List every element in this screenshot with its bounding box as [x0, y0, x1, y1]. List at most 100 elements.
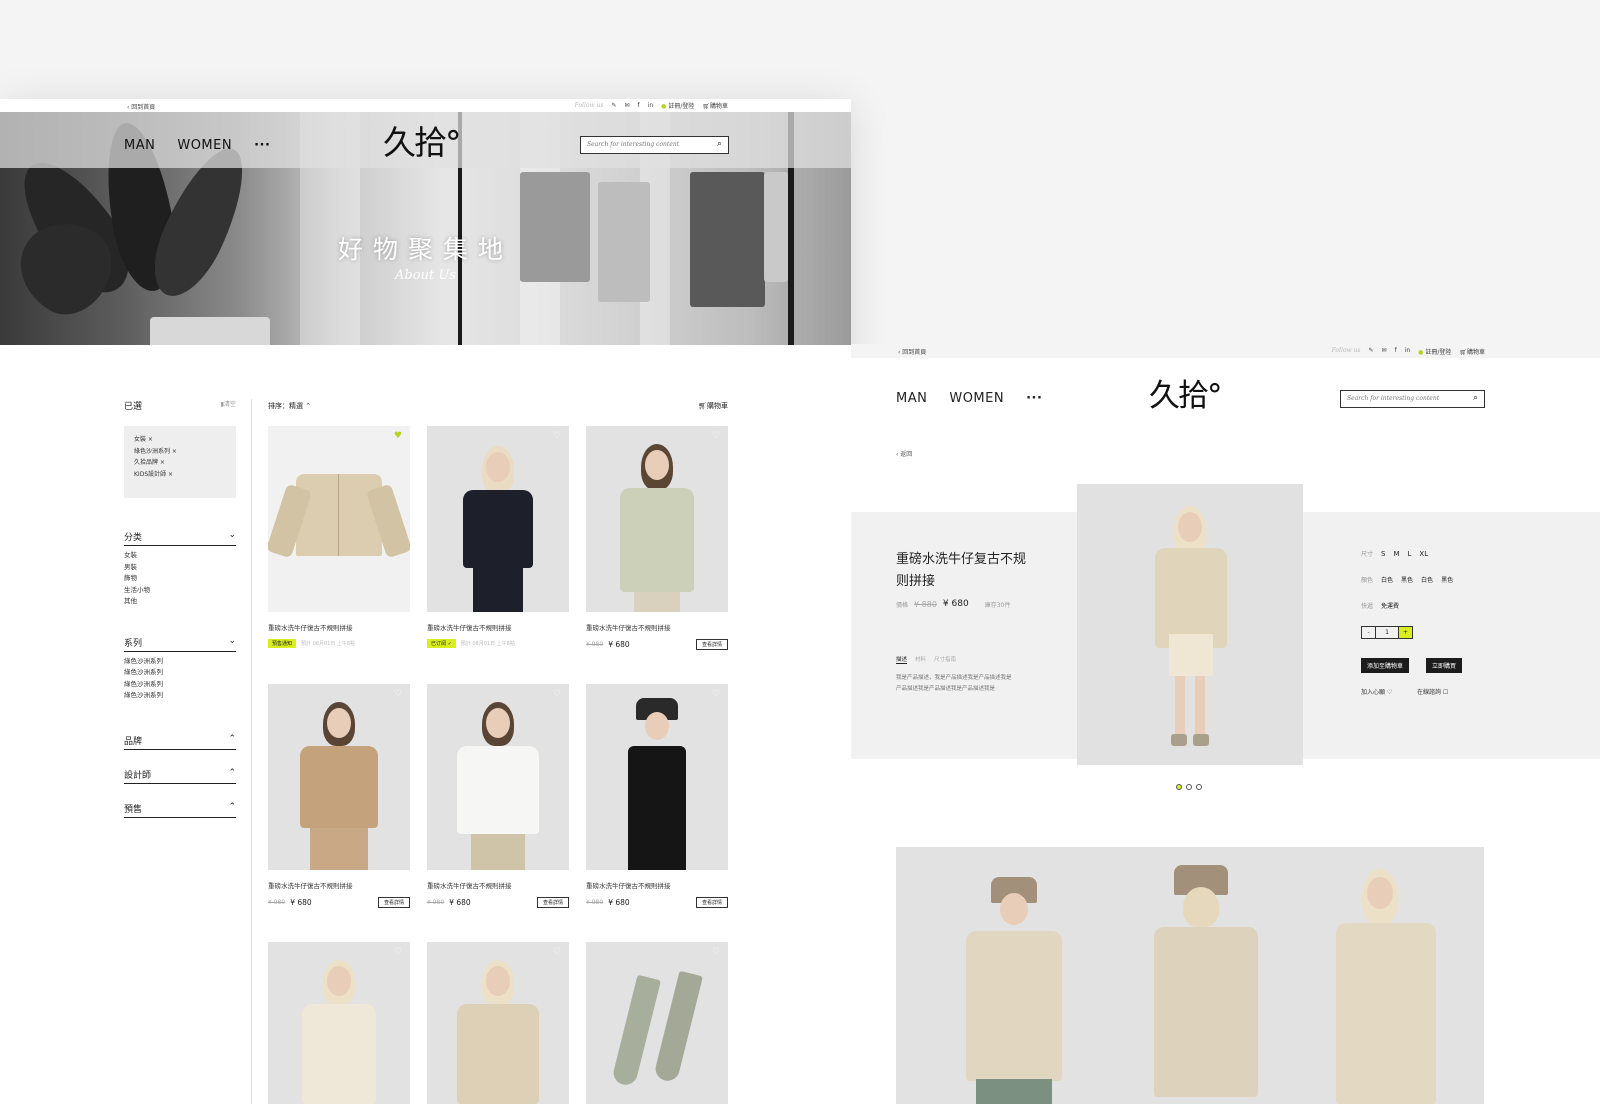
cart-link[interactable]: 🛒︎購物車	[702, 101, 728, 110]
heart-icon[interactable]: ♡	[553, 947, 561, 957]
product-card[interactable]: ♥ 重磅水洗牛仔復古不規則拼接 預售通知 預計 08月01日 上午8點	[268, 426, 410, 648]
product-image[interactable]: ♡	[586, 684, 728, 870]
pen-icon[interactable]: ✎	[611, 102, 616, 109]
sort-dropdown[interactable]: 排序：精選 ⌃	[268, 401, 311, 411]
series-item[interactable]: 綠色沙洲系列	[124, 656, 236, 668]
heart-icon[interactable]: ♥	[394, 431, 402, 441]
category-header[interactable]: 分类 ⌄	[124, 530, 236, 546]
color-option[interactable]: 黑色	[1441, 575, 1453, 584]
view-details-button[interactable]: 查看詳情	[695, 897, 728, 908]
product-card[interactable]: ♡ 重磅水洗牛仔復古不規則拼接 ¥ 980 ¥ 680 查看詳情	[586, 426, 728, 650]
product-card[interactable]: ♡	[268, 942, 410, 1104]
product-card[interactable]: ♡ 重磅水洗牛仔復古不規則拼接 ¥ 980 ¥ 680 查看詳情	[268, 684, 410, 908]
product-card[interactable]: ♡ 重磅水洗牛仔復古不規則拼接 ¥ 980 ¥ 680 查看詳情	[427, 684, 569, 908]
product-card[interactable]: ♡ 重磅水洗牛仔復古不規則拼接 ¥ 980 ¥ 680 查看詳情	[586, 684, 728, 908]
size-option[interactable]: S	[1381, 550, 1385, 558]
cart-link[interactable]: 🛒︎購物車	[698, 401, 728, 411]
product-card[interactable]: ♡	[586, 942, 728, 1104]
nav-more[interactable]: ···	[1026, 391, 1042, 406]
product-name[interactable]: 重磅水洗牛仔復古不規則拼接	[586, 880, 728, 890]
linkedin-icon[interactable]: in	[1405, 347, 1410, 356]
selected-filter-chip[interactable]: KIDS設計師 ×	[134, 469, 226, 481]
carousel-dot[interactable]	[1196, 784, 1202, 790]
size-option[interactable]: M	[1393, 550, 1399, 558]
presale-header[interactable]: 預售 ⌃	[124, 802, 236, 818]
heart-icon[interactable]: ♡	[553, 689, 561, 699]
designer-header[interactable]: 設計師 ⌃	[124, 768, 236, 784]
view-details-button[interactable]: 查看詳情	[377, 897, 410, 908]
selected-filter-chip[interactable]: 綠色沙洲系列 ×	[134, 446, 226, 458]
heart-icon[interactable]: ♡	[553, 431, 561, 441]
wishlist-button[interactable]: 加入心願 ♡	[1361, 687, 1392, 696]
buy-now-button[interactable]: 立即購買	[1426, 658, 1463, 673]
clear-filters[interactable]: ▮清空	[221, 399, 236, 412]
tab-description[interactable]: 描述	[896, 655, 908, 664]
login-link[interactable]: ● 註冊/登陸	[661, 101, 694, 110]
back-home-link[interactable]: ‹ 回到首頁	[898, 347, 926, 356]
size-option[interactable]: XL	[1419, 550, 1428, 558]
product-image[interactable]: ♡	[427, 942, 569, 1104]
heart-icon[interactable]: ♡	[394, 947, 402, 957]
category-item[interactable]: 其他	[124, 596, 236, 608]
nav-man[interactable]: MAN	[896, 391, 927, 406]
facebook-icon[interactable]: f	[1395, 347, 1397, 356]
cart-link[interactable]: 🛒︎購物車	[1459, 347, 1485, 356]
category-item[interactable]: 男裝	[124, 562, 236, 574]
series-item[interactable]: 綠色沙洲系列	[124, 690, 236, 702]
product-card[interactable]: ♡	[427, 942, 569, 1104]
view-details-button[interactable]: 查看詳情	[695, 639, 728, 650]
brand-header[interactable]: 品牌 ⌃	[124, 734, 236, 750]
qty-plus-button[interactable]: +	[1398, 626, 1413, 639]
view-details-button[interactable]: 查看詳情	[536, 897, 569, 908]
mail-icon[interactable]: ✉	[1382, 347, 1387, 356]
nav-more[interactable]: ···	[254, 138, 270, 153]
brand-logo[interactable]: 久拾°	[383, 116, 461, 164]
product-image[interactable]: ♡	[586, 942, 728, 1104]
back-link[interactable]: ‹ 返回	[896, 449, 912, 458]
back-home-link[interactable]: ‹ 回到首頁	[127, 102, 155, 111]
search-input[interactable]: Search for interesting content ⌕	[580, 136, 729, 154]
product-name[interactable]: 重磅水洗牛仔復古不規則拼接	[427, 622, 569, 632]
category-item[interactable]: 女裝	[124, 550, 236, 562]
pen-icon[interactable]: ✎	[1368, 347, 1373, 356]
category-item[interactable]: 生活小物	[124, 585, 236, 597]
heart-icon[interactable]: ♡	[394, 689, 402, 699]
facebook-icon[interactable]: f	[638, 102, 640, 109]
tab-size-guide[interactable]: 尺寸指南	[934, 655, 956, 664]
size-option[interactable]: L	[1408, 550, 1412, 558]
tab-material[interactable]: 材料	[915, 655, 926, 664]
heart-icon[interactable]: ♡	[712, 431, 720, 441]
carousel-dot[interactable]	[1186, 784, 1192, 790]
search-icon[interactable]: ⌕	[717, 139, 722, 149]
category-item[interactable]: 飾物	[124, 573, 236, 585]
nav-women[interactable]: WOMEN	[949, 391, 1004, 406]
product-image[interactable]: ♡	[586, 426, 728, 612]
series-item[interactable]: 綠色沙洲系列	[124, 667, 236, 679]
series-header[interactable]: 系列 ⌄	[124, 636, 236, 652]
product-image[interactable]: ♡	[427, 426, 569, 612]
nav-man[interactable]: MAN	[124, 138, 155, 153]
product-image[interactable]: ♡	[268, 942, 410, 1104]
nav-women[interactable]: WOMEN	[177, 138, 232, 153]
product-name[interactable]: 重磅水洗牛仔復古不規則拼接	[586, 622, 728, 632]
product-image[interactable]: ♡	[427, 684, 569, 870]
product-image[interactable]: ♥	[268, 426, 410, 612]
product-image[interactable]: ♡	[268, 684, 410, 870]
selected-filter-chip[interactable]: 女裝 ×	[134, 434, 226, 446]
heart-icon[interactable]: ♡	[712, 689, 720, 699]
color-option[interactable]: 白色	[1381, 575, 1393, 584]
carousel-dot[interactable]	[1176, 784, 1182, 790]
qty-input[interactable]: 1	[1376, 626, 1398, 639]
product-name[interactable]: 重磅水洗牛仔復古不規則拼接	[268, 622, 410, 632]
consult-button[interactable]: 在線諮詢 ☐	[1417, 687, 1448, 696]
add-to-cart-button[interactable]: 添加至購物車	[1361, 658, 1410, 673]
product-card[interactable]: ♡ 重磅水洗牛仔復古不規則拼接 已订阅 ✓ 預計 08月01日 上午8點	[427, 426, 569, 648]
presale-notify-button[interactable]: 預售通知	[268, 639, 297, 648]
brand-logo[interactable]: 久拾°	[1149, 370, 1222, 415]
color-option[interactable]: 白色	[1421, 575, 1433, 584]
qty-minus-button[interactable]: -	[1361, 626, 1376, 639]
mail-icon[interactable]: ✉	[625, 102, 630, 109]
heart-icon[interactable]: ♡	[712, 947, 720, 957]
product-name[interactable]: 重磅水洗牛仔復古不規則拼接	[268, 880, 410, 890]
product-name[interactable]: 重磅水洗牛仔復古不規則拼接	[427, 880, 569, 890]
